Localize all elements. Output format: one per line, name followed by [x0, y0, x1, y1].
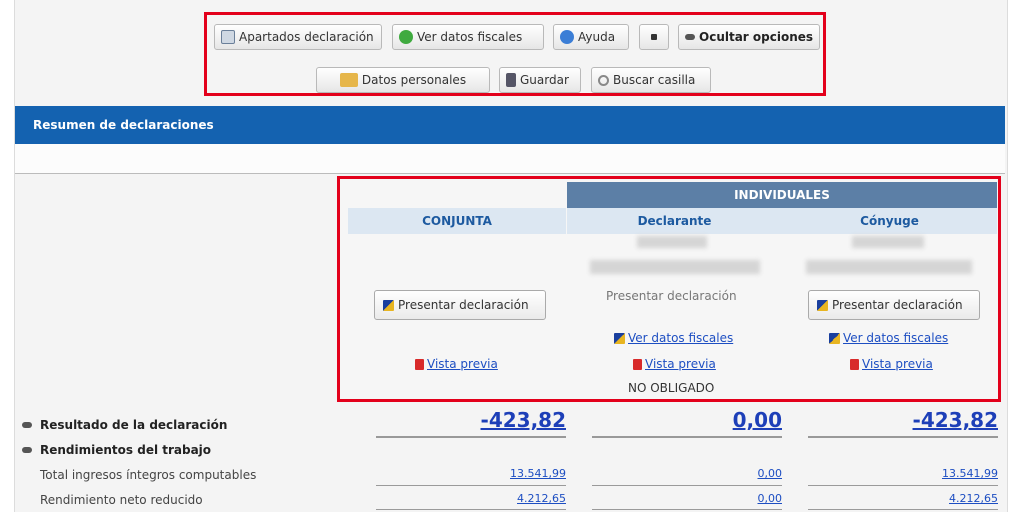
collapse-icon: [685, 34, 695, 40]
aeat-icon: [383, 299, 394, 311]
vista-previa-declarante-link[interactable]: Vista previa: [633, 357, 716, 371]
resultado-conjunta-value[interactable]: -423,82: [376, 408, 566, 432]
underline: [376, 509, 566, 510]
presentar-declarante-disabled: Presentar declaración: [606, 289, 737, 303]
dot-icon: [651, 34, 657, 40]
vista-previa-conjunta-link[interactable]: Vista previa: [415, 357, 498, 371]
ayuda-button[interactable]: Ayuda: [553, 24, 629, 50]
check-icon: [399, 30, 413, 44]
aeat-icon: [829, 332, 840, 344]
conyuge-header: Cónyuge: [782, 208, 997, 234]
individuales-header: INDIVIDUALES: [567, 182, 997, 208]
guardar-button[interactable]: Guardar: [499, 67, 581, 93]
blurred-name-conyuge: [806, 260, 972, 274]
help-icon: [560, 30, 574, 44]
spacer-strip: [15, 144, 1005, 174]
underline: [592, 436, 782, 438]
vista-previa-conyuge-link[interactable]: Vista previa: [850, 357, 933, 371]
ver-datos-conyuge-link[interactable]: Ver datos fiscales: [829, 331, 948, 345]
underline: [592, 485, 782, 486]
pdf-icon: [415, 358, 424, 370]
datos-personales-button[interactable]: Datos personales: [316, 67, 490, 93]
rendimiento-neto-label: Rendimiento neto reducido: [40, 493, 203, 507]
blurred-id-conyuge: [852, 236, 924, 248]
total-ingresos-conyuge-value[interactable]: 13.541,99: [808, 467, 998, 480]
resultado-declarante-value[interactable]: 0,00: [592, 408, 782, 432]
blurred-id-declarante: [637, 236, 707, 248]
declarante-header: Declarante: [567, 208, 782, 234]
aeat-icon: [817, 299, 828, 311]
blurred-name-declarante: [590, 260, 760, 274]
rendimiento-neto-conyuge-value[interactable]: 4.212,65: [808, 492, 998, 505]
document-icon: [221, 30, 235, 44]
search-icon: [598, 74, 609, 86]
presentar-conjunta-button[interactable]: Presentar declaración: [374, 290, 546, 320]
more-options-button[interactable]: [639, 24, 669, 50]
people-icon: [339, 73, 358, 87]
save-icon: [506, 73, 516, 87]
resultado-label: Resultado de la declaración: [22, 418, 227, 432]
underline: [808, 485, 998, 486]
total-ingresos-conjunta-value[interactable]: 13.541,99: [376, 467, 566, 480]
presentar-conyuge-button[interactable]: Presentar declaración: [808, 290, 980, 320]
underline: [376, 436, 566, 438]
resultado-conyuge-value[interactable]: -423,82: [808, 408, 998, 432]
ver-datos-declarante-link[interactable]: Ver datos fiscales: [614, 331, 733, 345]
pdf-icon: [633, 358, 642, 370]
no-obligado-status: NO OBLIGADO: [628, 381, 715, 395]
underline: [808, 509, 998, 510]
conjunta-header: CONJUNTA: [348, 208, 566, 234]
rendimientos-label: Rendimientos del trabajo: [22, 443, 211, 457]
collapse-icon: [22, 422, 32, 428]
ocultar-opciones-button[interactable]: Ocultar opciones: [678, 24, 820, 50]
aeat-icon: [614, 332, 625, 344]
underline: [376, 485, 566, 486]
section-title: Resumen de declaraciones: [33, 118, 214, 132]
total-ingresos-label: Total ingresos íntegros computables: [40, 468, 257, 482]
rendimiento-neto-declarante-value[interactable]: 0,00: [592, 492, 783, 505]
buscar-casilla-button[interactable]: Buscar casilla: [591, 67, 711, 93]
total-ingresos-declarante-value[interactable]: 0,00: [592, 467, 783, 480]
underline: [808, 436, 998, 438]
ver-datos-fiscales-button[interactable]: Ver datos fiscales: [392, 24, 544, 50]
collapse-icon: [22, 447, 32, 453]
section-header: Resumen de declaraciones: [15, 106, 1005, 144]
rendimiento-neto-conjunta-value[interactable]: 4.212,65: [376, 492, 566, 505]
underline: [592, 509, 782, 510]
pdf-icon: [850, 358, 859, 370]
apartados-declaracion-button[interactable]: Apartados declaración: [214, 24, 382, 50]
